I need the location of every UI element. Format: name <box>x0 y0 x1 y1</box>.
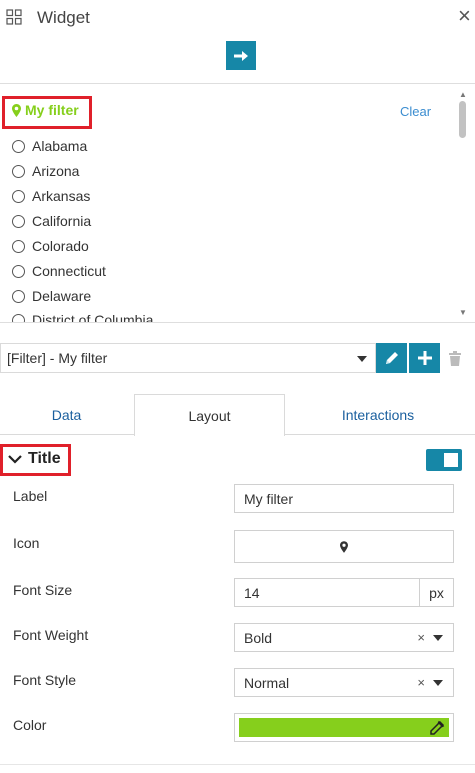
option-connecticut[interactable]: Connecticut <box>12 263 106 279</box>
scroll-up-arrow[interactable]: ▲ <box>458 90 468 99</box>
radio-circle <box>12 164 25 178</box>
font-weight-value: Bold <box>244 629 273 646</box>
pencil-icon <box>385 352 398 364</box>
radio-circle <box>12 313 25 322</box>
option-alabama[interactable]: Alabama <box>12 138 87 154</box>
radio-circle <box>12 214 25 228</box>
option-district-of-columbia[interactable]: District of Columbia <box>12 312 153 322</box>
option-delaware[interactable]: Delaware <box>12 288 91 304</box>
option-label: Arizona <box>32 163 80 179</box>
radio-circle <box>12 264 25 278</box>
clear-link[interactable]: Clear <box>400 104 431 119</box>
radio-circle <box>12 189 25 203</box>
radio-circle <box>12 139 25 153</box>
option-colorado[interactable]: Colorado <box>12 238 89 254</box>
option-arkansas[interactable]: Arkansas <box>12 188 90 204</box>
close-icon[interactable]: × <box>458 4 471 28</box>
delete-button[interactable] <box>442 343 468 373</box>
add-button[interactable] <box>409 343 440 373</box>
font-size-input[interactable]: 14 px <box>234 578 454 607</box>
scroll-down-arrow[interactable]: ▼ <box>458 308 468 317</box>
font-size-label: Font Size <box>13 582 73 598</box>
option-california[interactable]: California <box>12 213 91 229</box>
grid-icon <box>6 9 22 25</box>
icon-picker[interactable] <box>234 530 454 563</box>
label-field-label: Label <box>13 488 48 504</box>
label-input-value: My filter <box>244 490 293 507</box>
clear-icon[interactable]: × <box>417 630 425 645</box>
radio-circle <box>12 289 25 303</box>
font-style-value: Normal <box>244 674 290 691</box>
option-label: District of Columbia <box>32 312 154 322</box>
filter-select-value: [Filter] - My filter <box>7 350 108 366</box>
option-label: Connecticut <box>32 263 106 279</box>
divider <box>0 764 475 765</box>
clear-icon[interactable]: × <box>417 675 425 690</box>
arrow-right-icon[interactable] <box>226 41 256 70</box>
icon-field-label: Icon <box>13 535 40 551</box>
chevron-down-icon <box>433 680 443 686</box>
option-label: California <box>32 213 92 229</box>
filter-title: My filter <box>12 102 79 118</box>
chevron-down-icon <box>433 635 443 641</box>
section-header-title[interactable]: Title <box>8 450 61 468</box>
clipped-row-wrapper: District of Columbia <box>0 312 455 322</box>
tab-data[interactable]: Data <box>0 394 133 435</box>
scrollbar-thumb[interactable] <box>459 101 466 138</box>
tab-layout[interactable]: Layout <box>134 394 285 436</box>
font-weight-select[interactable]: Bold × <box>234 623 454 652</box>
font-style-select[interactable]: Normal × <box>234 668 454 697</box>
chevron-down-icon <box>8 455 22 464</box>
title-toggle[interactable] <box>426 449 462 471</box>
map-pin-icon <box>12 103 21 117</box>
map-pin-icon <box>340 540 348 553</box>
option-label: Arkansas <box>32 188 91 204</box>
font-weight-label: Font Weight <box>13 627 89 643</box>
filter-select[interactable]: [Filter] - My filter <box>0 343 376 373</box>
eyedropper-icon[interactable] <box>429 720 445 736</box>
widget-title: Widget <box>37 8 90 27</box>
font-size-unit: px <box>419 579 453 606</box>
color-picker[interactable] <box>234 713 454 742</box>
option-label: Alabama <box>32 138 88 154</box>
font-size-value: 14 <box>244 584 260 601</box>
option-label: Colorado <box>32 238 89 254</box>
edit-button[interactable] <box>376 343 407 373</box>
filter-title-text: My filter <box>25 102 79 118</box>
font-style-label: Font Style <box>13 672 77 688</box>
section-title-text: Title <box>28 450 61 467</box>
trash-icon <box>449 350 461 366</box>
color-swatch <box>239 718 449 737</box>
radio-circle <box>12 239 25 253</box>
plus-icon <box>417 351 432 365</box>
chevron-down-icon <box>357 356 367 362</box>
tab-interactions[interactable]: Interactions <box>285 394 471 435</box>
toggle-knob <box>444 453 458 467</box>
option-label: Delaware <box>32 288 92 304</box>
label-input[interactable]: My filter <box>234 484 454 513</box>
option-arizona[interactable]: Arizona <box>12 163 79 179</box>
color-label: Color <box>13 717 47 733</box>
